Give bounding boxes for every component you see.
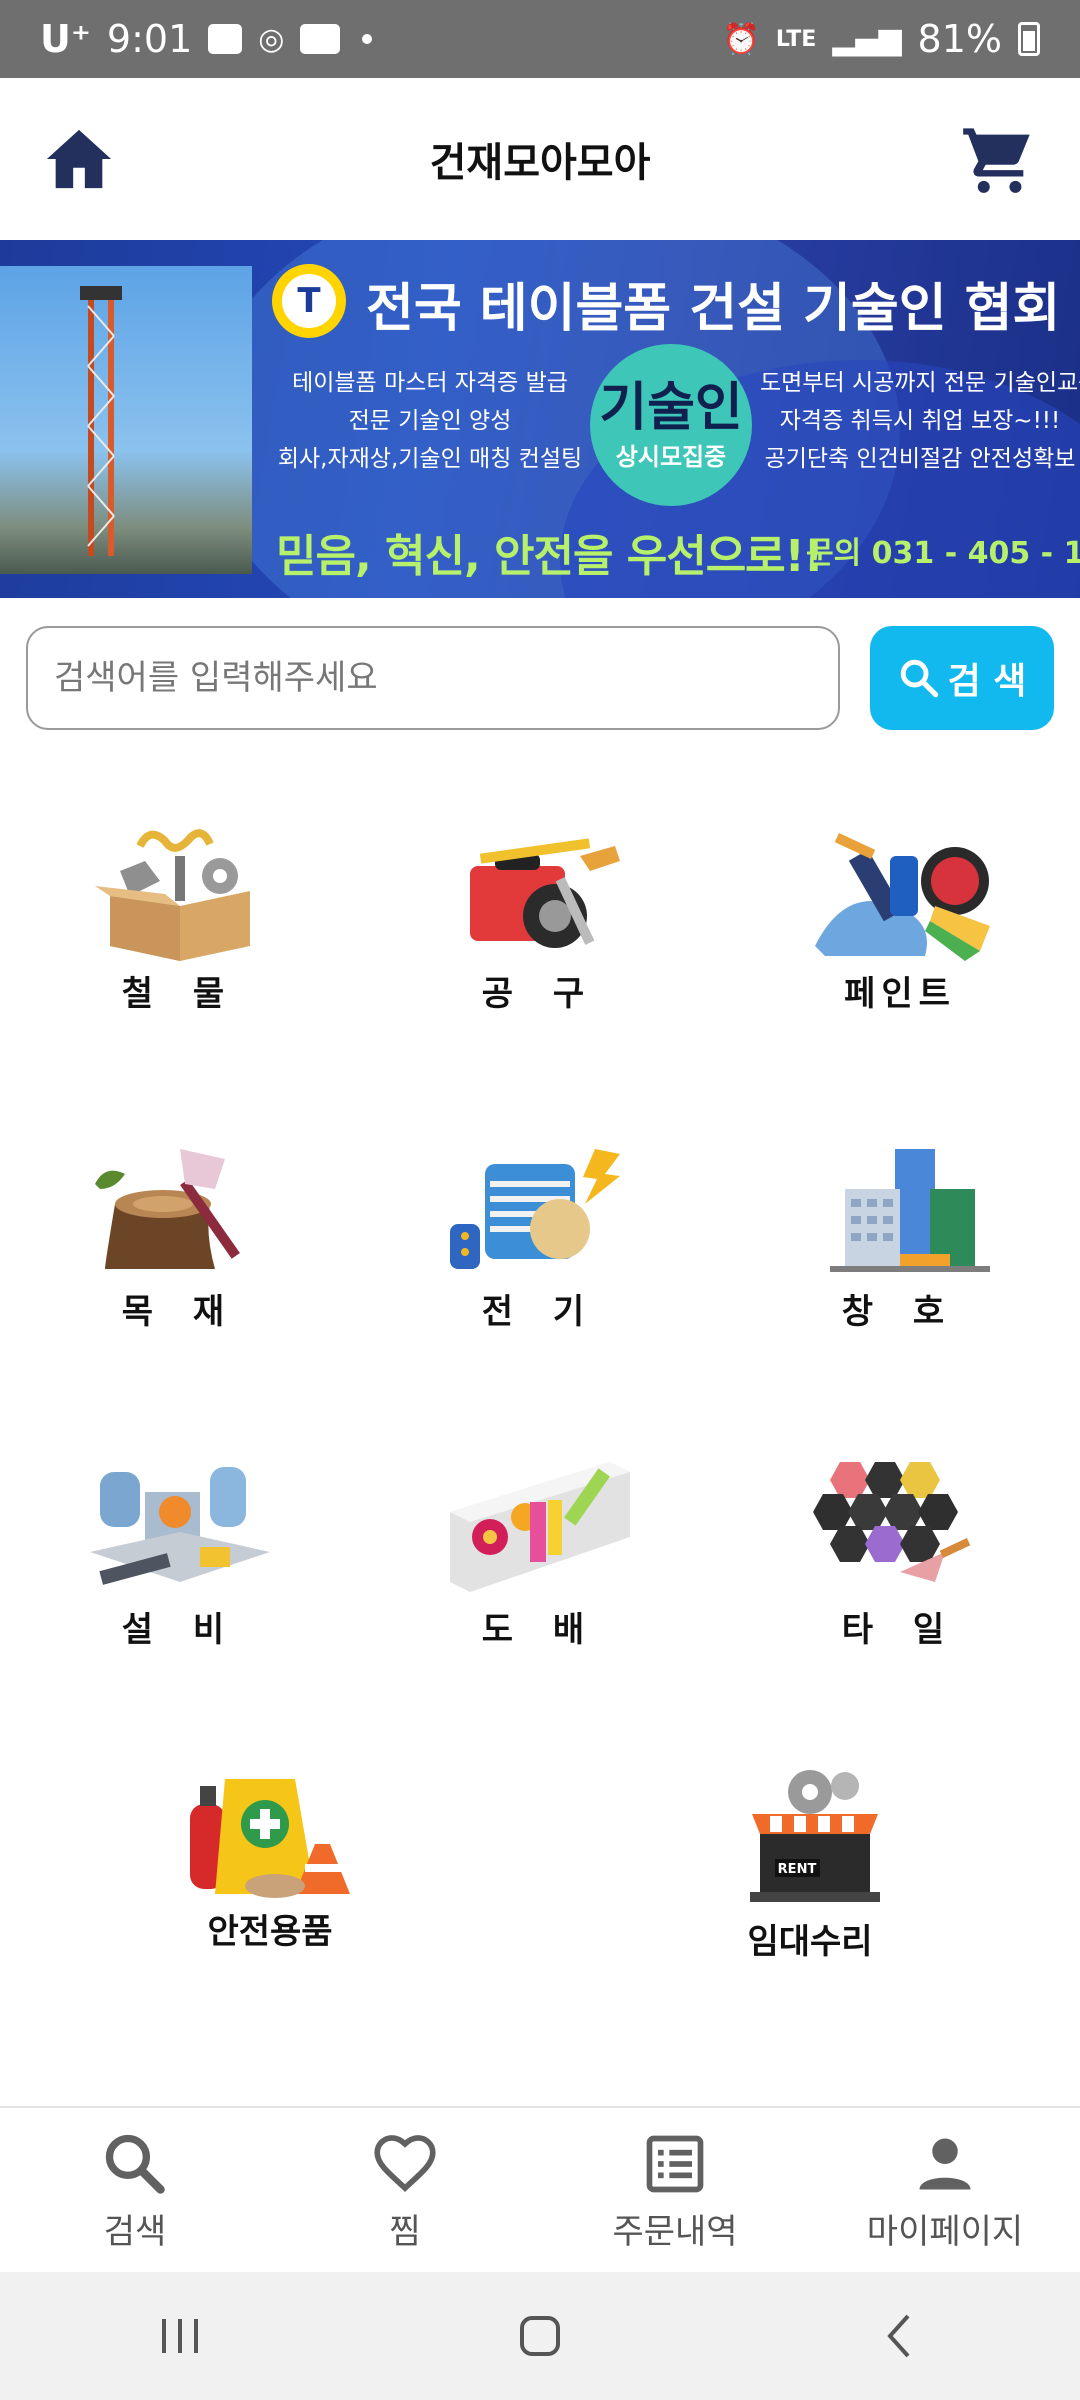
paint-icon (815, 833, 990, 961)
category-label: 설 비 (121, 1610, 239, 1650)
status-bar: U⁺ 9:01 ◎ ⏰ LTE ▂▄▆ 81% (0, 0, 1080, 78)
status-left: U⁺ 9:01 ◎ (40, 17, 373, 61)
search-button-label: 검 색 (947, 661, 1027, 702)
category-hardware[interactable]: 철 물 (60, 826, 300, 1026)
category-label: 철 물 (121, 974, 239, 1014)
home-icon (46, 129, 112, 189)
hardware-box-icon (95, 829, 250, 961)
category-tile[interactable]: 타 일 (780, 1452, 1020, 1652)
factory-icon (90, 1467, 270, 1585)
nav-wishlist[interactable]: 찜 (270, 2108, 540, 2274)
gallery-notification-icon (208, 24, 243, 54)
category-label: 페인트 (844, 974, 956, 1014)
electric-cable-icon (450, 1149, 620, 1269)
back-icon[interactable] (870, 2306, 930, 2366)
association-logo: T (272, 264, 346, 338)
banner-right-line: 도면부터 시공까지 전문 기술인교육 (760, 370, 1080, 396)
nav-label: 주문내역 (612, 2211, 738, 2252)
banner-phone: 문의 031 - 405 - 1235 (806, 536, 1080, 571)
promo-banner[interactable]: T 전국 테이블폼 건설 기술인 협회 테이블폼 마스터 자격증 발급 전문 기… (0, 240, 1080, 598)
category-windows[interactable]: 창 호 (780, 1144, 1020, 1344)
category-electric[interactable]: 전 기 (420, 1144, 660, 1344)
status-right: ⏰ LTE ▂▄▆ 81% (723, 17, 1040, 61)
category-rental-repair[interactable]: RENT 임대수리 (690, 1764, 930, 1964)
nav-label: 마이페이지 (866, 2211, 1024, 2252)
nav-mypage[interactable]: 마이페이지 (810, 2108, 1080, 2274)
category-equipment[interactable]: 설 비 (60, 1452, 300, 1652)
category-label: 공 구 (481, 974, 599, 1014)
category-label: 타 일 (841, 1610, 959, 1650)
safety-icon (190, 1779, 350, 1898)
category-label: 창 호 (841, 1292, 959, 1332)
category-label: 도 배 (481, 1610, 599, 1650)
more-notifications-icon (362, 34, 373, 44)
wallpaper-icon (450, 1462, 630, 1592)
building-icon (830, 1149, 990, 1272)
rent-shop-icon: RENT (750, 1770, 880, 1902)
category-label: 목 재 (121, 1292, 239, 1332)
search-button[interactable]: 검 색 (870, 626, 1054, 730)
search-icon (900, 659, 938, 698)
battery-percent: 81% (917, 17, 1002, 61)
alarm-icon: ⏰ (722, 21, 760, 57)
category-tools[interactable]: 공 구 (420, 826, 660, 1026)
banner-left-text: 테이블폼 마스터 자격증 발급 전문 기술인 양성 회사,자재상,기술인 매칭 … (270, 364, 590, 478)
nav-label: 찜 (389, 2211, 421, 2252)
category-wallpaper[interactable]: 도 배 (420, 1452, 660, 1652)
order-list-icon (646, 2135, 704, 2192)
category-paint[interactable]: 페인트 (780, 826, 1020, 1026)
wood-stump-icon (95, 1149, 240, 1269)
category-safety[interactable]: 안전용품 (150, 1764, 390, 1964)
nav-search[interactable]: 검색 (0, 2108, 270, 2274)
banner-left-line: 회사,자재상,기술인 매칭 컨설팅 (277, 446, 583, 472)
tile-icon (813, 1462, 971, 1582)
logo-glyph: T (282, 274, 336, 328)
banner-left-line: 전문 기술인 양성 (348, 408, 512, 434)
svg-text:RENT: RENT (778, 1862, 817, 1877)
sync-notification-icon: ◎ (258, 21, 285, 57)
banner-slogan: 믿음, 혁신, 안전을 우선으로!! (276, 531, 824, 582)
search-input[interactable] (26, 626, 840, 730)
system-nav-bar (0, 2272, 1080, 2400)
nav-orders[interactable]: 주문내역 (540, 2108, 810, 2274)
toolbox-icon (470, 838, 620, 948)
app-header: 건재모아모아 (0, 78, 1080, 240)
heart-icon (374, 2134, 436, 2192)
home-button[interactable] (44, 124, 114, 194)
network-type: LTE (775, 26, 817, 52)
banner-left-line: 테이블폼 마스터 자격증 발급 (292, 370, 568, 396)
category-wood[interactable]: 목 재 (60, 1144, 300, 1344)
signal-icon: ▂▄▆ (832, 21, 902, 57)
recent-apps-icon[interactable] (150, 2311, 210, 2361)
badge-sub-text: 상시모집중 (615, 442, 727, 471)
banner-right-text: 도면부터 시공까지 전문 기술인교육 자격증 취득시 취업 보장~!!! 공기단… (760, 364, 1080, 478)
cart-button[interactable] (960, 122, 1036, 198)
tower-image (80, 286, 122, 556)
youtube-notification-icon (300, 24, 341, 54)
home-nav-icon[interactable] (510, 2306, 570, 2366)
category-label: 전 기 (481, 1292, 599, 1332)
badge-main-text: 기술인 (599, 377, 743, 438)
category-label: 임대수리 (747, 1922, 873, 1962)
tower-photo (0, 266, 252, 574)
battery-icon (1018, 22, 1040, 56)
clock: 9:01 (106, 17, 193, 61)
nav-label: 검색 (103, 2211, 167, 2252)
cart-icon (963, 128, 1030, 193)
banner-right-line: 공기단축 인건비절감 안전성확보 (764, 446, 1076, 472)
person-icon (919, 2138, 971, 2189)
recruit-badge: 기술인 상시모집중 (590, 344, 752, 506)
category-label: 안전용품 (207, 1912, 333, 1952)
banner-headline: 전국 테이블폼 건설 기술인 협회 (366, 279, 1061, 339)
bottom-nav: 검색 찜 주문내역 마이페이지 (0, 2106, 1080, 2274)
page-title: 건재모아모아 (429, 140, 651, 186)
banner-right-line: 자격증 취득시 취업 보장~!!! (779, 408, 1061, 434)
search-icon (105, 2134, 165, 2194)
carrier-label: U⁺ (40, 17, 91, 61)
